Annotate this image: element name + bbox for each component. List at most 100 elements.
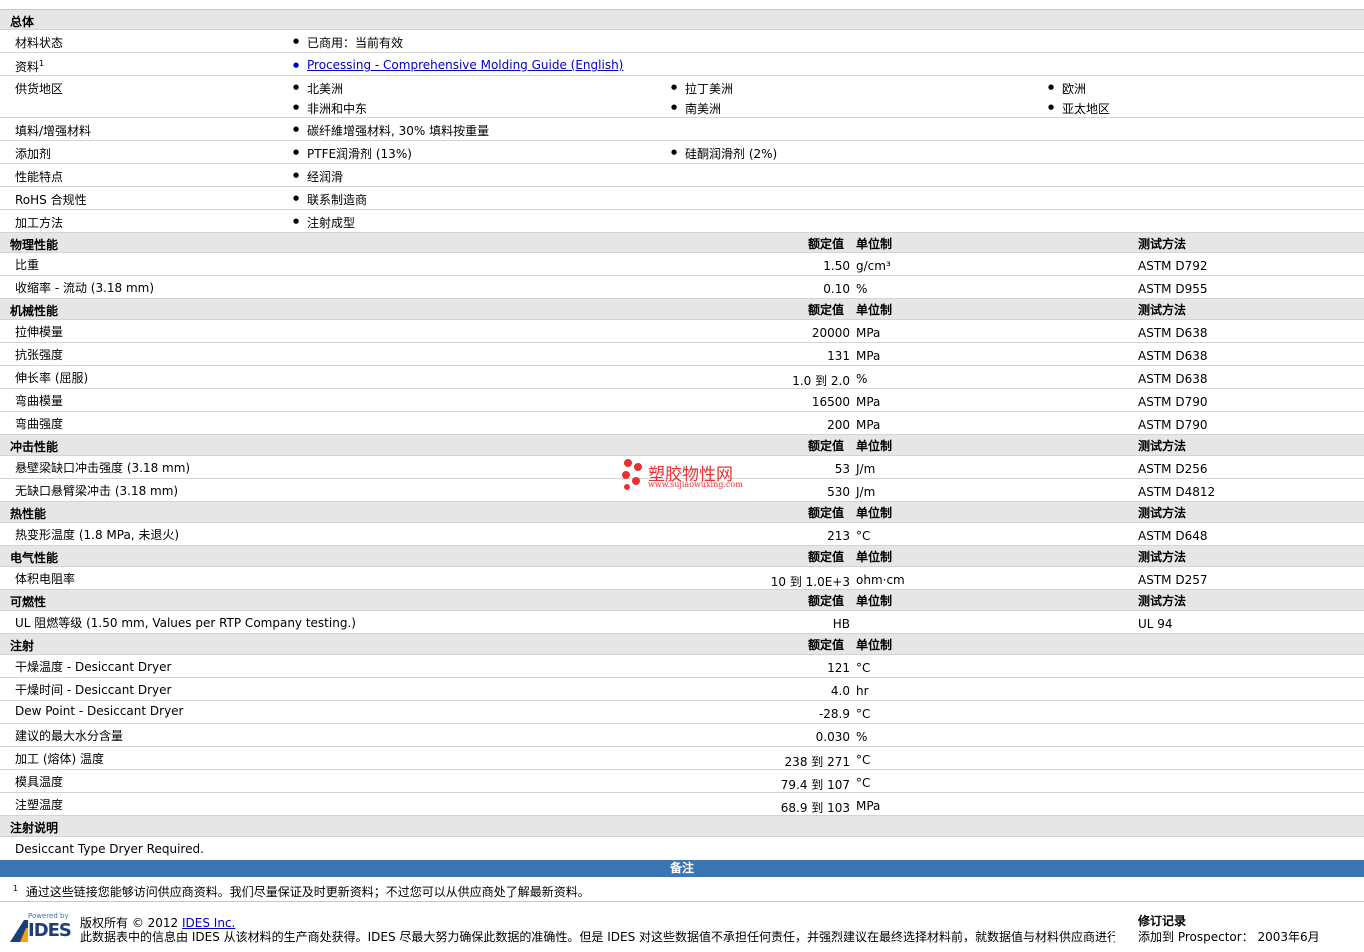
notes-text: 1 通过这些链接您能够访问供应商资料。我们尽量保证及时更新资料；不过您可以从供应… <box>13 884 590 899</box>
property-label: 伸长率 (屈服) <box>15 371 89 385</box>
property-row: 建议的最大水分含量 0.030% <box>0 724 1364 747</box>
property-label: 弯曲强度 <box>15 417 64 431</box>
property-method: ASTM D4812 <box>1138 485 1216 499</box>
section-title: 机械性能 <box>10 304 59 318</box>
property-sections: 物理性能 额定值 单位制 测试方法 比重 1.50 g/cm³ ASTM D792 收缩率 - … <box>0 233 1364 816</box>
property-label: 比重 <box>15 258 40 272</box>
general-title: 总体 <box>10 15 35 29</box>
section-header: 注射 额定值 单位制 <box>0 634 1364 655</box>
bullet-item: 注射成型 <box>293 214 355 231</box>
property-label: 无缺口悬臂梁冲击 (3.18 mm) <box>15 484 179 498</box>
property-value: 0.030 <box>815 730 850 744</box>
property-value: 238 到 271 <box>784 755 850 769</box>
property-value: 79.4 到 107 <box>780 778 850 792</box>
property-label: 抗张强度 <box>15 348 64 362</box>
watermark-dots-icon <box>622 459 642 490</box>
property-value: 213 <box>827 529 850 543</box>
property-label: 热变形温度 (1.8 MPa, 未退火) <box>15 528 180 542</box>
property-method: ASTM D256 <box>1138 462 1208 476</box>
property-method: ASTM D257 <box>1138 573 1208 587</box>
powered-by-text: Powered by <box>28 912 69 920</box>
section-title: 可燃性 <box>10 595 47 609</box>
row-label: RoHS 合规性 <box>15 193 87 207</box>
injection-notes-text: Desiccant Type Dryer Required. <box>15 842 204 856</box>
general-row-status: 材料状态 已商用：当前有效 <box>0 30 1364 53</box>
unit-header: 单位制 <box>856 550 893 564</box>
section-header: 冲击性能 额定值 单位制 测试方法 <box>0 435 1364 456</box>
section-header: 物理性能 额定值 单位制 测试方法 <box>0 233 1364 253</box>
property-unit: MPa <box>856 326 881 340</box>
property-unit: % <box>856 282 868 296</box>
region-item: 欧洲 <box>1048 80 1086 97</box>
property-method: ASTM D790 <box>1138 418 1208 432</box>
nominal-header: 额定值 <box>808 237 845 251</box>
property-label: 收缩率 - 流动 (3.18 mm) <box>15 281 155 295</box>
property-method: UL 94 <box>1138 617 1173 631</box>
section-title: 电气性能 <box>10 551 59 565</box>
property-row: 注塑温度 68.9 到 103 MPa <box>0 793 1364 816</box>
method-header: 测试方法 <box>1138 439 1187 453</box>
bullet-item: PTFE润滑剂 (13%) <box>293 145 412 162</box>
property-row: 弯曲模量 16500 MPa ASTM D790 <box>0 389 1364 412</box>
ides-logo-mark-icon <box>10 920 28 942</box>
property-unit: °C <box>856 529 871 543</box>
property-value: 4.0 <box>830 684 850 698</box>
section-title: 冲击性能 <box>10 440 59 454</box>
property-label: 干燥时间 - Desiccant Dryer <box>15 683 172 697</box>
unit-header: 单位制 <box>856 303 893 317</box>
property-row: 拉伸模量 20000 MPa ASTM D638 <box>0 320 1364 343</box>
property-value: 200 <box>827 418 850 432</box>
property-method: ASTM D638 <box>1138 326 1208 340</box>
property-unit: °C <box>856 661 871 675</box>
section-title: 注射 <box>10 639 35 653</box>
section-header: 机械性能 额定值 单位制 测试方法 <box>0 299 1364 320</box>
general-row-features: 性能特点 经润滑 <box>0 164 1364 187</box>
property-value: 53 <box>834 462 850 476</box>
property-row: 干燥温度 - Desiccant Dryer 121 °C <box>0 655 1364 678</box>
property-value: 16500 <box>811 395 850 409</box>
injection-notes-title: 注射说明 <box>10 821 59 835</box>
nominal-header: 额定值 <box>808 550 845 564</box>
nominal-header: 额定值 <box>808 303 845 317</box>
property-method: ASTM D792 <box>1138 259 1208 273</box>
bullet-item: 经润滑 <box>293 168 343 185</box>
property-value: 20000 <box>811 326 850 340</box>
row-label: 性能特点 <box>15 170 64 184</box>
general-row-docs: 资料1 Processing - Comprehensive Molding G… <box>0 53 1364 76</box>
property-method: ASTM D955 <box>1138 282 1208 296</box>
property-unit: °C <box>856 707 871 721</box>
property-unit: MPa <box>856 395 881 409</box>
property-value: 131 <box>827 349 850 363</box>
method-header: 测试方法 <box>1138 506 1187 520</box>
injection-notes-header: 注射说明 <box>0 816 1364 837</box>
property-unit: °C <box>856 753 871 767</box>
property-row: 比重 1.50 g/cm³ ASTM D792 <box>0 253 1364 276</box>
method-header: 测试方法 <box>1138 550 1187 564</box>
watermark: 塑胶物性网 www.sujiaowuxing.com <box>620 458 760 494</box>
notes-title: 备注 <box>669 861 694 875</box>
ides-logo-text: IDES <box>28 920 72 941</box>
property-label: 加工 (熔体) 温度 <box>15 752 104 766</box>
disclaimer: 此数据表中的信息由 IDES 从该材料的生产商处获得。IDES 尽最大努力确保此… <box>80 930 1115 944</box>
watermark-url: www.sujiaowuxing.com <box>648 480 743 489</box>
general-row-additives: 添加剂 PTFE润滑剂 (13%) 硅酮润滑剂 (2%) <box>0 141 1364 164</box>
injection-notes-row: Desiccant Type Dryer Required. <box>0 837 1364 860</box>
property-label: 拉伸模量 <box>15 325 64 339</box>
property-row: 体积电阻率 10 到 1.0E+3 ohm·cm ASTM D257 <box>0 567 1364 590</box>
property-value: 68.9 到 103 <box>780 801 850 815</box>
general-row-filler: 填料/增强材料 碳纤維增强材料, 30% 填料按重量 <box>0 118 1364 141</box>
nominal-header: 额定值 <box>808 638 845 652</box>
property-method: ASTM D638 <box>1138 372 1208 386</box>
property-label: 模具温度 <box>15 775 64 789</box>
property-label: 建议的最大水分含量 <box>15 729 124 743</box>
section-title: 热性能 <box>10 507 47 521</box>
property-unit: MPa <box>856 799 881 813</box>
property-row: 模具温度 79.4 到 107 °C <box>0 770 1364 793</box>
property-value: 1.50 <box>823 259 850 273</box>
nominal-header: 额定值 <box>808 594 845 608</box>
footer: Powered by IDES 版权所有 © 2012 IDES Inc. 此数… <box>0 902 1364 944</box>
molding-guide-link[interactable]: Processing - Comprehensive Molding Guide… <box>293 58 623 72</box>
row-label: 加工方法 <box>15 216 64 230</box>
method-header: 测试方法 <box>1138 237 1187 251</box>
revision-title: 修订记录 <box>1138 914 1187 928</box>
